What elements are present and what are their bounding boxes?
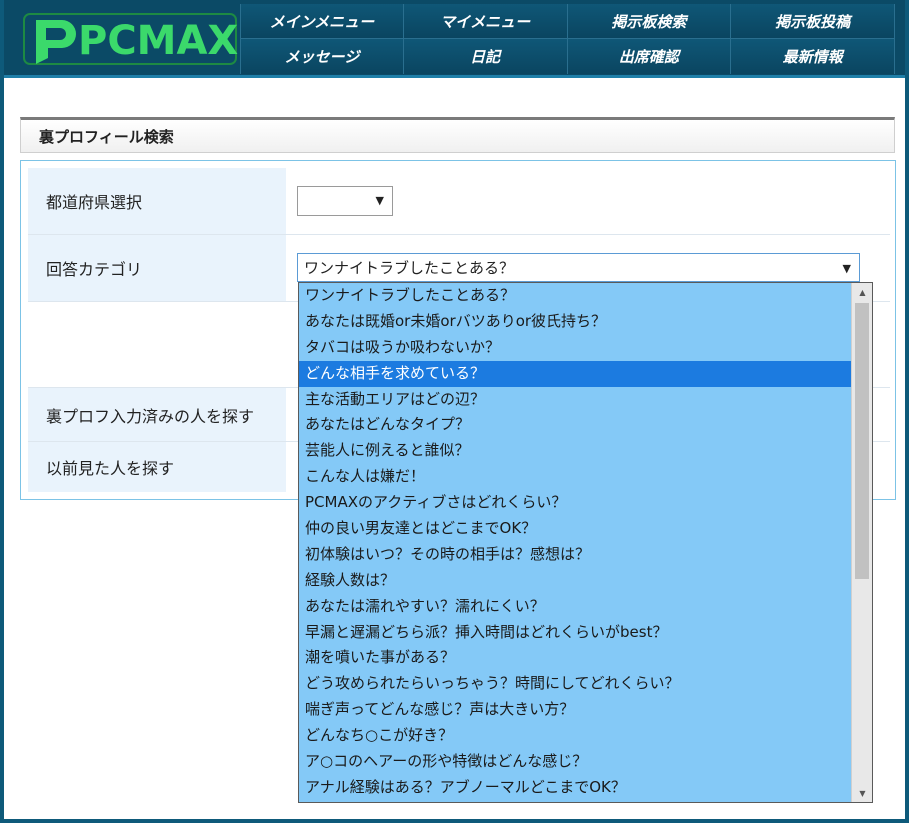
dropdown-option[interactable]: 主な活動エリアはどの辺？ (299, 387, 851, 413)
nav-main-menu[interactable]: メインメニュー (240, 4, 404, 39)
dropdown-option[interactable]: 初体験はいつ？その時の相手は？感想は？ (299, 542, 851, 568)
dropdown-option[interactable]: あなたは濡れやすい？濡れにくい？ (299, 594, 851, 620)
dropdown-option[interactable]: 喘ぎ声ってどんな感じ？声は大きい方？ (299, 697, 851, 723)
page-title: 裏プロフィール検索 (20, 117, 895, 153)
dropdown-option[interactable]: こんな人は嫌だ！ (299, 464, 851, 490)
dropdown-option[interactable]: タバコは吸うか吸わないか？ (299, 335, 851, 361)
category-dropdown-list[interactable]: ワンナイトラブしたことある？ あなたは既婚or未婚orバツありor彼氏持ち？ タ… (298, 282, 873, 803)
urapro-label: 裏プロフ入力済みの人を探す (28, 388, 286, 441)
nav-messages[interactable]: メッセージ (240, 39, 404, 74)
dropdown-option[interactable]: ワンナイトラブしたことある？ (299, 283, 851, 309)
nav-latest-info[interactable]: 最新情報 (731, 39, 895, 74)
site-header: PCMAX メインメニュー マイメニュー 掲示板検索 掲示板投稿 メッセージ 日… (0, 0, 909, 78)
dropdown-option[interactable]: 仲の良い男友達とはどこまでOK？ (299, 516, 851, 542)
dropdown-option[interactable]: 芸能人に例えると誰似？ (299, 438, 851, 464)
nav-board-post[interactable]: 掲示板投稿 (731, 4, 895, 39)
dropdown-option[interactable]: あなたは既婚or未婚orバツありor彼氏持ち？ (299, 309, 851, 335)
dropdown-option[interactable]: 経験人数は？ (299, 568, 851, 594)
dropdown-option[interactable]: どんなち○こが好き？ (299, 723, 851, 749)
pcmax-logo[interactable]: PCMAX (20, 8, 240, 70)
prefecture-select[interactable]: ▼ (297, 186, 393, 216)
dropdown-option-highlighted[interactable]: どんな相手を求めている？ (299, 360, 851, 387)
nav-attendance[interactable]: 出席確認 (567, 39, 732, 74)
scroll-up-icon[interactable]: ▲ (852, 283, 872, 301)
dropdown-option[interactable]: 早漏と遅漏どちら派？挿入時間はどれくらいがbest？ (299, 620, 851, 646)
empty-label (28, 302, 286, 387)
scroll-down-icon[interactable]: ▼ (852, 784, 872, 802)
prefecture-label: 都道府県選択 (28, 168, 286, 234)
dropdown-option[interactable]: アナル経験はある？アブノーマルどこまでOK？ (299, 775, 851, 801)
scrollbar-thumb[interactable] (855, 303, 869, 579)
category-label: 回答カテゴリ (28, 235, 286, 301)
chevron-down-icon: ▼ (375, 194, 384, 207)
logo-text: PCMAX (78, 18, 238, 64)
nav-board-search[interactable]: 掲示板検索 (567, 4, 732, 39)
dropdown-option[interactable]: 潮を噴いた事がある？ (299, 645, 851, 671)
dropdown-option[interactable]: あなたはどんなタイプ？ (299, 412, 851, 438)
category-select[interactable]: ワンナイトラブしたことある？ ▼ (297, 253, 860, 282)
dropdown-scrollbar[interactable]: ▲ ▼ (851, 283, 872, 802)
dropdown-option[interactable]: ア○コのヘアーの形や特徴はどんな感じ？ (299, 749, 851, 775)
main-nav: メインメニュー マイメニュー 掲示板検索 掲示板投稿 メッセージ 日記 出席確認… (240, 4, 895, 74)
nav-my-menu[interactable]: マイメニュー (403, 4, 568, 39)
form-row-prefecture: 都道府県選択 (28, 168, 890, 235)
dropdown-options: ワンナイトラブしたことある？ あなたは既婚or未婚orバツありor彼氏持ち？ タ… (299, 283, 851, 801)
nav-diary[interactable]: 日記 (403, 39, 568, 74)
chevron-down-icon: ▼ (842, 262, 851, 275)
dropdown-option[interactable]: PCMAXのアクティブさはどれくらい？ (299, 490, 851, 516)
dropdown-option[interactable]: どう攻められたらいっちゃう？時間にしてどれくらい？ (299, 671, 851, 697)
category-value: ワンナイトラブしたことある？ (304, 259, 515, 277)
viewed-label: 以前見た人を探す (28, 442, 286, 492)
